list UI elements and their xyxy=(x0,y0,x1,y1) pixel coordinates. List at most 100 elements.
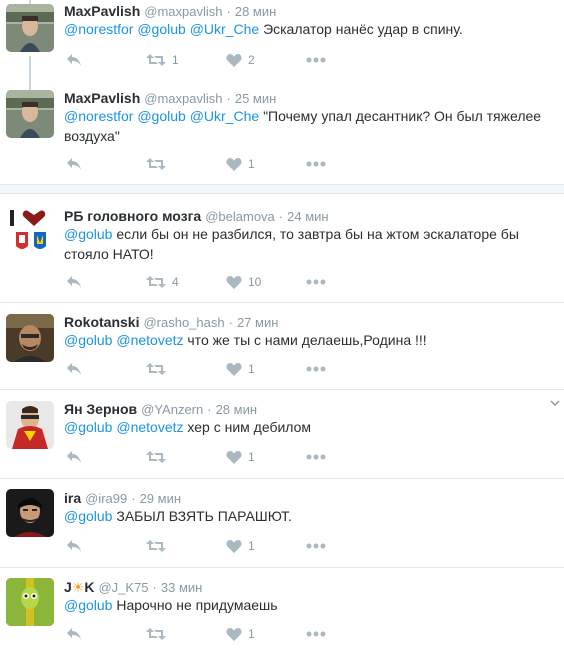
timestamp[interactable]: 33 мин xyxy=(161,580,202,595)
reply-button[interactable] xyxy=(66,359,82,379)
tweet-body-line-2: стояло НАТО! xyxy=(64,246,154,262)
retweet-icon xyxy=(146,540,166,552)
author-name-suffix[interactable]: K xyxy=(84,579,94,595)
retweet-button[interactable] xyxy=(146,154,172,174)
heart-icon xyxy=(226,54,242,67)
tweet-header: J☀K @J_K75 · 33 мин xyxy=(64,578,202,596)
reply-button[interactable] xyxy=(66,50,82,70)
mentions[interactable]: @golub @netovetz xyxy=(64,419,184,435)
author-handle[interactable]: @rasho_hash xyxy=(143,315,224,330)
tweet-6[interactable]: ira @ira99 · 29 мин @golub ЗАБЫЛ ВЗЯТЬ ПАРА… xyxy=(0,479,564,567)
like-button[interactable]: 1 xyxy=(226,624,255,644)
author-handle[interactable]: @maxpavlish xyxy=(144,4,222,19)
mentions[interactable]: @norestfor @golub @Ukr_Che xyxy=(64,108,259,124)
timestamp[interactable]: 27 мин xyxy=(237,315,278,330)
avatar[interactable] xyxy=(6,578,54,626)
more-dots-icon xyxy=(306,543,326,549)
author-name[interactable]: Ян Зернов xyxy=(64,401,137,417)
timestamp[interactable]: 29 мин xyxy=(140,491,181,506)
timestamp[interactable]: 25 мин xyxy=(235,91,276,106)
avatar[interactable] xyxy=(6,314,54,362)
author-handle[interactable]: @YAnzern xyxy=(141,402,203,417)
more-button[interactable] xyxy=(306,154,326,174)
tweet-5[interactable]: Ян Зернов @YAnzern · 28 мин @golub @netovet… xyxy=(0,390,564,478)
tweet-text: @norestfor @golub @Ukr_Che Эскалатор нан… xyxy=(64,19,554,39)
like-button[interactable]: 1 xyxy=(226,447,255,467)
like-button[interactable]: 10 xyxy=(226,272,261,292)
author-name[interactable]: ira xyxy=(64,490,81,506)
like-count: 1 xyxy=(248,627,255,641)
tweet-actions: 1 xyxy=(64,447,364,467)
like-button[interactable]: 1 xyxy=(226,154,255,174)
mentions[interactable]: @golub xyxy=(64,508,112,524)
retweet-button[interactable] xyxy=(146,624,172,644)
mentions[interactable]: @norestfor @golub @Ukr_Che xyxy=(64,21,259,37)
tweet-text: @golub @netovetz что же ты с нами делаеш… xyxy=(64,330,554,350)
retweet-button[interactable]: 1 xyxy=(146,50,179,70)
avatar[interactable] xyxy=(6,206,54,254)
retweet-button[interactable]: 4 xyxy=(146,272,179,292)
more-button[interactable] xyxy=(306,624,326,644)
reply-button[interactable] xyxy=(66,624,82,644)
more-dots-icon xyxy=(306,279,326,285)
tweet-4[interactable]: Rokotanski @rasho_hash · 27 мин @golub @net… xyxy=(0,303,564,389)
more-button[interactable] xyxy=(306,50,326,70)
avatar[interactable] xyxy=(6,4,54,52)
separator-dot: · xyxy=(226,4,231,19)
author-name[interactable]: Rokotanski xyxy=(64,314,139,330)
retweet-icon xyxy=(146,54,166,66)
author-handle[interactable]: @belamova xyxy=(205,209,275,224)
mentions[interactable]: @golub xyxy=(64,226,112,242)
tweet-2[interactable]: MaxPavlish @maxpavlish · 25 мин @norestfor … xyxy=(0,78,564,182)
reply-button[interactable] xyxy=(66,447,82,467)
tweet-text: @golub Нарочно не придумаешь xyxy=(64,595,554,615)
tweet-header: MaxPavlish @maxpavlish · 28 мин xyxy=(64,2,276,20)
retweet-button[interactable] xyxy=(146,359,172,379)
tweet-text: @golub @netovetz хер с ним дебилом xyxy=(64,417,554,437)
timestamp[interactable]: 28 мин xyxy=(235,4,276,19)
reply-icon xyxy=(67,451,81,463)
reply-icon xyxy=(67,54,81,66)
more-button[interactable] xyxy=(306,447,326,467)
author-name-prefix[interactable]: J xyxy=(64,579,72,595)
like-count: 1 xyxy=(248,450,255,464)
chevron-down-icon[interactable] xyxy=(550,398,560,408)
more-dots-icon xyxy=(306,631,326,637)
reply-button[interactable] xyxy=(66,272,82,292)
tweet-body-line-1: "Почему упал десантник? Он был тяжелее xyxy=(263,108,542,124)
avatar[interactable] xyxy=(6,90,54,138)
more-button[interactable] xyxy=(306,536,326,556)
tweet-body: Эскалатор нанёс удар в спину. xyxy=(263,21,463,37)
avatar[interactable] xyxy=(6,401,54,449)
more-button[interactable] xyxy=(306,272,326,292)
like-count: 1 xyxy=(248,362,255,376)
author-handle[interactable]: @maxpavlish xyxy=(144,91,222,106)
mentions[interactable]: @golub @netovetz xyxy=(64,332,184,348)
author-name[interactable]: РБ головного мозга xyxy=(64,208,201,224)
avatar[interactable] xyxy=(6,489,54,537)
heart-icon xyxy=(226,363,242,376)
author-name[interactable]: MaxPavlish xyxy=(64,3,140,19)
reply-button[interactable] xyxy=(66,536,82,556)
author-handle[interactable]: @ira99 xyxy=(85,491,127,506)
like-button[interactable]: 1 xyxy=(226,359,255,379)
more-dots-icon xyxy=(306,161,326,167)
like-button[interactable]: 1 xyxy=(226,536,255,556)
retweet-button[interactable] xyxy=(146,447,172,467)
tweet-7[interactable]: J☀K @J_K75 · 33 мин @golub Нарочно не приду… xyxy=(0,568,564,654)
more-button[interactable] xyxy=(306,359,326,379)
author-handle[interactable]: @J_K75 xyxy=(98,580,148,595)
author-name[interactable]: MaxPavlish xyxy=(64,90,140,106)
retweet-button[interactable] xyxy=(146,536,172,556)
mentions[interactable]: @golub xyxy=(64,597,112,613)
reply-icon xyxy=(67,363,81,375)
reply-icon xyxy=(67,540,81,552)
timestamp[interactable]: 24 мин xyxy=(287,209,328,224)
tweet-3[interactable]: РБ головного мозга @belamova · 24 мин @golu… xyxy=(0,200,564,300)
more-dots-icon xyxy=(306,57,326,63)
tweet-1[interactable]: MaxPavlish @maxpavlish · 28 мин @norestfor … xyxy=(0,0,564,78)
like-count: 2 xyxy=(248,53,255,67)
timestamp[interactable]: 28 мин xyxy=(216,402,257,417)
reply-button[interactable] xyxy=(66,154,82,174)
like-button[interactable]: 2 xyxy=(226,50,255,70)
